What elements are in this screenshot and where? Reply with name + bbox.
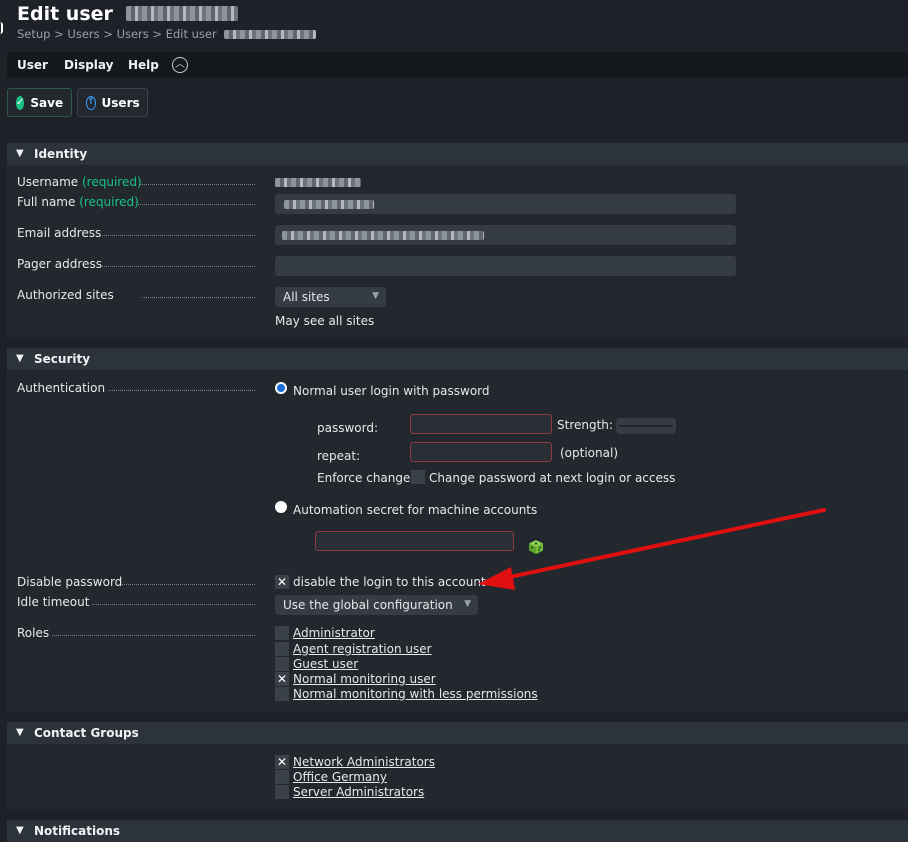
annotation-arrow bbox=[478, 508, 826, 590]
annotation-arrow-shaft bbox=[503, 508, 826, 580]
annotation-arrow-head bbox=[478, 567, 515, 590]
